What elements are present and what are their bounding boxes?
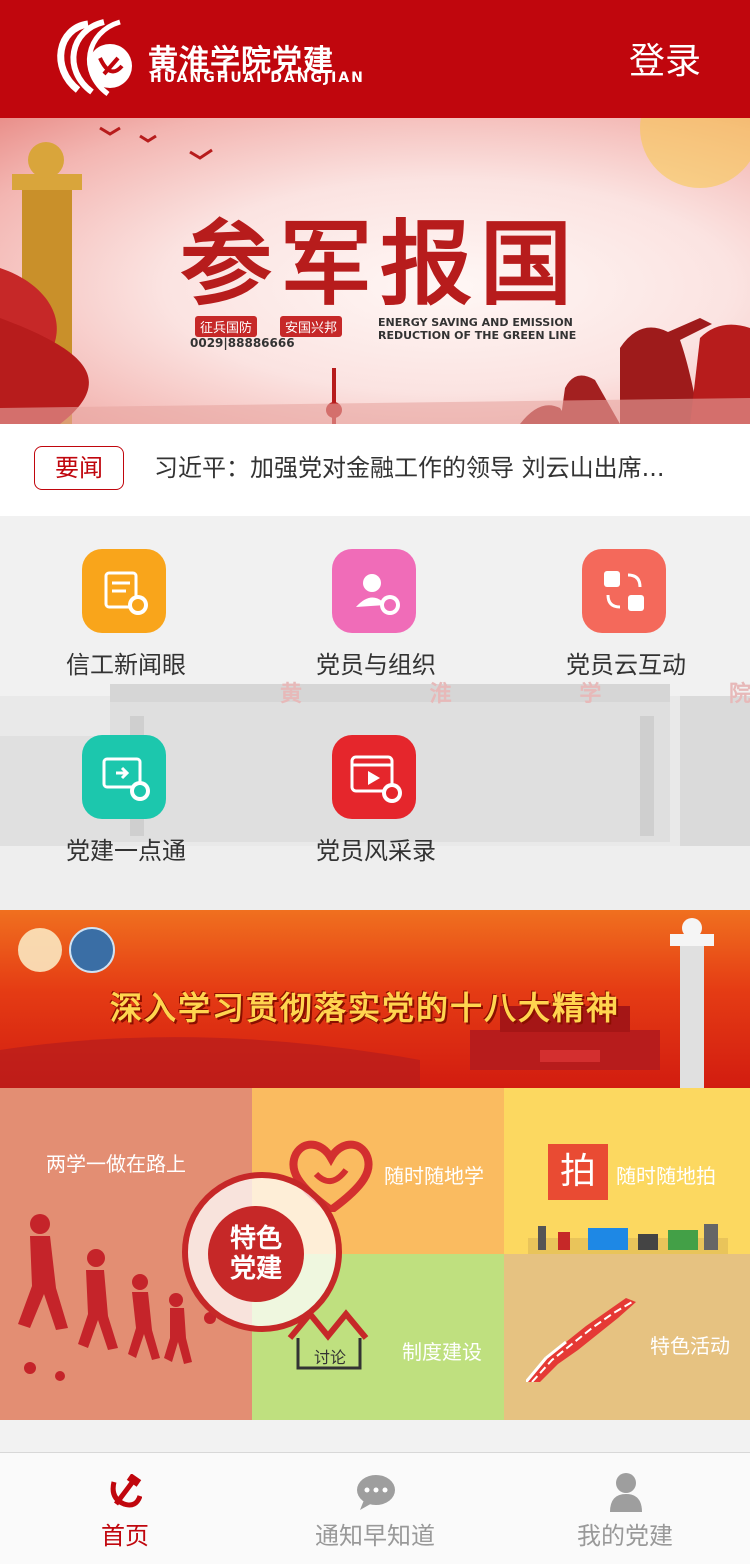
user-icon [610,1473,642,1512]
feature-label: 两学一做在路上 [46,1152,186,1176]
banner-tag: 征兵国防 [195,316,258,337]
login-button[interactable]: 登录 [600,34,730,90]
nav-notices[interactable]: 通知早知道 [250,1470,500,1560]
banner-tag: 安国兴邦 [280,316,343,337]
feature-label: 随时随地拍 [616,1164,716,1188]
menu-item-members[interactable]: 党员与组织 [276,549,476,699]
nav-label: 通知早知道 [315,1522,435,1550]
menu-item-showcase[interactable]: 党员风采录 [276,735,476,885]
stationery-icon [528,1224,728,1254]
menu-item-guide[interactable]: 党建一点通 [26,735,226,885]
feature-label: 特色活动 [650,1334,730,1358]
chat-icon [357,1475,395,1510]
banner-english-text: ENERGY SAVING AND EMISSION REDUCTION OF … [378,316,577,342]
feature-label: 制度建设 [402,1340,482,1364]
menu-item-interaction[interactable]: 党员云互动 [526,549,726,699]
stamp-text: 特色党建 [229,1224,282,1284]
menu-label: 党建一点通 [66,837,186,865]
hammer-sickle-icon [110,1474,142,1508]
screen-icon [82,735,166,819]
menu-item-news[interactable]: 信工新闻眼 [26,549,226,699]
nav-label: 首页 [101,1522,149,1550]
nav-my-party[interactable]: 我的党建 [500,1470,750,1560]
discussion-sign: 讨论 [314,1348,347,1367]
banner-title: 参军报国 [179,210,580,318]
promo-slogan: 深入学习贯彻落实党的十八大精神 [110,989,621,1027]
red-stairs-icon [526,1298,636,1382]
special-party-stamp: 特色党建 [182,1172,342,1332]
news-icon [82,549,166,633]
exchange-icon [582,549,666,633]
video-icon [332,735,416,819]
photo-badge: 拍 [548,1144,608,1200]
feature-photo[interactable]: 拍 随时随地拍 [504,1088,750,1254]
menu-label: 党员风采录 [316,837,436,865]
feature-label: 随时随地学 [384,1164,484,1188]
menu-label: 信工新闻眼 [66,651,186,679]
nav-home[interactable]: 首页 [0,1470,250,1560]
headline-badge: 要闻 [34,446,124,490]
menu-label: 党员云互动 [566,651,686,679]
banner-phone: 0029|88886666 [190,336,295,350]
feature-activity[interactable]: 特色活动 [504,1254,750,1420]
headline-link[interactable]: 习近平：加强党对金融工作的领导 刘云山出席... [154,448,714,488]
logo-subtitle: HUANGHUAI DANGJIAN [150,70,365,86]
nav-label: 我的党建 [577,1522,673,1550]
member-icon [332,549,416,633]
menu-label: 党员与组织 [316,651,436,679]
